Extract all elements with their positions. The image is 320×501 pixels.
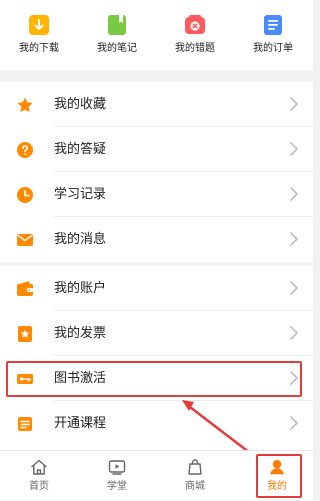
menu-item-account[interactable]: 我的账户 <box>0 266 313 311</box>
menu-item-learning-record[interactable]: 学习记录 <box>0 172 313 217</box>
menu-item-favorites[interactable]: 我的收藏 <box>0 82 313 127</box>
video-icon <box>108 460 126 475</box>
chevron-right-icon <box>290 187 298 201</box>
quick-action-label: 我的下载 <box>19 43 59 54</box>
highlight-book-activation <box>6 361 302 397</box>
tab-shop[interactable]: 商城 <box>156 451 234 501</box>
menu-item-invoice[interactable]: 我的发票 <box>0 311 313 356</box>
question-icon <box>17 142 33 158</box>
download-icon <box>29 15 49 35</box>
course-icon <box>18 417 32 431</box>
quick-action-notes[interactable]: 我的笔记 <box>78 10 156 70</box>
menu-item-label: 我的答疑 <box>54 142 107 157</box>
chevron-right-icon <box>290 416 298 430</box>
quick-action-label: 我的错题 <box>175 43 215 54</box>
tab-home[interactable]: 首页 <box>0 451 78 501</box>
quick-action-label: 我的笔记 <box>97 43 137 54</box>
menu-item-label: 我的账户 <box>54 281 107 296</box>
menu-item-qa[interactable]: 我的答疑 <box>0 127 313 172</box>
tab-classroom[interactable]: 学堂 <box>78 451 156 501</box>
tab-label: 学堂 <box>107 481 127 492</box>
menu-section-1: 我的收藏 我的答疑 学习记录 我的消息 <box>0 82 313 262</box>
menu-item-label: 我的消息 <box>54 232 107 247</box>
chevron-right-icon <box>290 281 298 295</box>
tab-label: 首页 <box>29 481 49 492</box>
wallet-icon <box>17 281 33 296</box>
orders-icon <box>264 15 282 35</box>
quick-action-orders[interactable]: 我的订单 <box>234 10 312 70</box>
menu-item-open-course[interactable]: 开通课程 <box>0 401 313 446</box>
chevron-right-icon <box>290 232 298 246</box>
envelope-icon <box>17 234 33 246</box>
chevron-right-icon <box>290 142 298 156</box>
clock-icon <box>17 187 33 203</box>
menu-item-messages[interactable]: 我的消息 <box>0 217 313 262</box>
star-icon <box>17 97 33 112</box>
tab-label: 商城 <box>185 481 205 492</box>
quick-action-downloads[interactable]: 我的下载 <box>0 10 78 70</box>
home-icon <box>31 459 47 475</box>
notes-icon <box>108 15 126 35</box>
quick-actions: 我的下载 我的笔记 我的错题 我的订单 <box>0 0 313 70</box>
menu-item-label: 我的发票 <box>54 326 107 341</box>
menu-item-label: 学习记录 <box>54 187 107 202</box>
quick-action-label: 我的订单 <box>253 43 293 54</box>
menu-item-label: 开通课程 <box>54 416 107 431</box>
wrong-questions-icon <box>185 15 205 34</box>
quick-action-wrong-questions[interactable]: 我的错题 <box>156 10 234 70</box>
highlight-tab-mine <box>256 454 302 498</box>
annotation-arrow-icon <box>182 400 256 458</box>
shop-icon <box>188 459 202 475</box>
chevron-right-icon <box>290 97 298 111</box>
section-gap <box>0 70 313 82</box>
chevron-right-icon <box>290 326 298 340</box>
menu-section-2: 我的账户 我的发票 图书激活 开通课程 <box>0 266 313 450</box>
menu-item-label: 我的收藏 <box>54 97 107 112</box>
invoice-icon <box>18 326 32 342</box>
